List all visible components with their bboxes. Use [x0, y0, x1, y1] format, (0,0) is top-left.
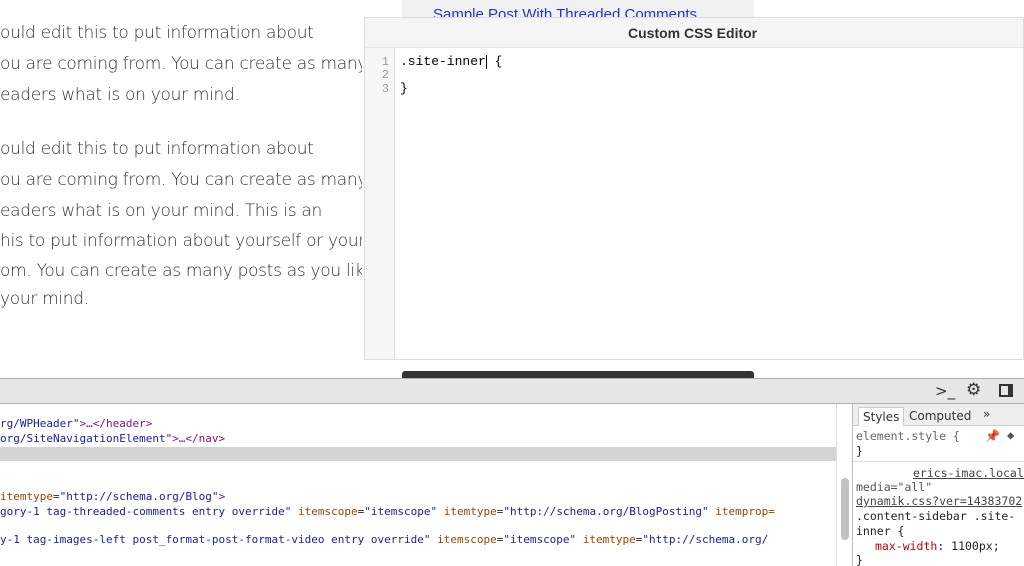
paragraph-line: om. You can create as many posts as you …: [0, 261, 362, 281]
css-selector[interactable]: inner {: [856, 524, 904, 539]
recent-posts-widget: Sample Post With Threaded Comments: [402, 0, 754, 18]
line-number: 2: [381, 68, 389, 82]
line-gutter: 1 2 3: [365, 48, 395, 359]
dom-node[interactable]: rg/WPHeader">…</header>: [0, 417, 152, 431]
console-drawer-icon[interactable]: >_: [935, 382, 955, 400]
paragraph-line: ou are coming from. You can create as ma…: [0, 54, 362, 74]
dom-node[interactable]: org/SiteNavigationElement">…</nav>: [0, 432, 225, 446]
rule-close: }: [856, 444, 863, 458]
styles-sidebar: Styles Computed » element.style { 📌 ◆ } …: [852, 404, 1024, 566]
line-number: 3: [381, 82, 389, 96]
line-number: 1: [381, 55, 389, 69]
more-tabs-button[interactable]: »: [979, 405, 994, 424]
stylesheet-link[interactable]: dynamik.css?ver=14383702: [856, 494, 1022, 509]
paragraph-line: his to put information about yourself or…: [0, 231, 362, 251]
settings-gear-icon[interactable]: ⚙: [966, 380, 981, 400]
dom-node[interactable]: gory-1 tag-threaded-comments entry overr…: [0, 505, 775, 519]
media-attr: media="all": [856, 480, 933, 494]
custom-css-editor: Custom CSS Editor 1 2 3 .site-inner { }: [364, 17, 1024, 360]
dom-node[interactable]: y-1 tag-images-left post_format-post-for…: [0, 533, 768, 547]
elements-panel: rg/WPHeader">…</header> org/SiteNavigati…: [0, 404, 836, 566]
paragraph-line: ould edit this to put information about: [0, 139, 314, 159]
paragraph-line: your mind.: [0, 289, 89, 309]
element-style-rule[interactable]: element.style {: [856, 429, 960, 444]
color-format-icon[interactable]: ◆: [1007, 428, 1014, 442]
dock-side-icon[interactable]: [999, 384, 1013, 397]
pin-icon[interactable]: 📌: [985, 429, 1000, 443]
css-declaration[interactable]: max-width: 1100px;: [875, 539, 1000, 554]
code-text: .site-inner: [400, 54, 486, 69]
paragraph-line: ould edit this to put information about: [0, 23, 314, 43]
paragraph-line: eaders what is on your mind.: [0, 85, 240, 105]
code-line-3[interactable]: }: [400, 81, 408, 96]
code-area[interactable]: .site-inner { }: [395, 48, 1023, 359]
tab-computed[interactable]: Computed: [905, 407, 975, 426]
tab-styles[interactable]: Styles: [858, 407, 905, 426]
dom-node[interactable]: itemtype="http://schema.org/Blog">: [0, 490, 225, 504]
code-line-1[interactable]: .site-inner {: [400, 54, 502, 69]
divider: [853, 461, 1024, 462]
rule-close: }: [856, 553, 863, 566]
sidebar-tabs: Styles Computed »: [853, 404, 1024, 426]
scrollbar-thumb[interactable]: [841, 478, 849, 540]
code-text: {: [486, 54, 503, 69]
editor-title: Custom CSS Editor: [365, 18, 1023, 48]
selected-dom-node[interactable]: [0, 447, 836, 461]
paragraph-line: ou are coming from. You can create as ma…: [0, 170, 362, 190]
css-selector[interactable]: .content-sidebar .site-: [856, 509, 1015, 524]
devtools-toolbar: >_ ⚙: [0, 378, 1024, 404]
elements-scrollbar[interactable]: [836, 404, 852, 566]
paragraph-line: eaders what is on your mind. This is an: [0, 201, 323, 221]
blog-post-content: ould edit this to put information about …: [0, 0, 362, 378]
source-link[interactable]: erics-imac.local/: [913, 466, 1024, 481]
